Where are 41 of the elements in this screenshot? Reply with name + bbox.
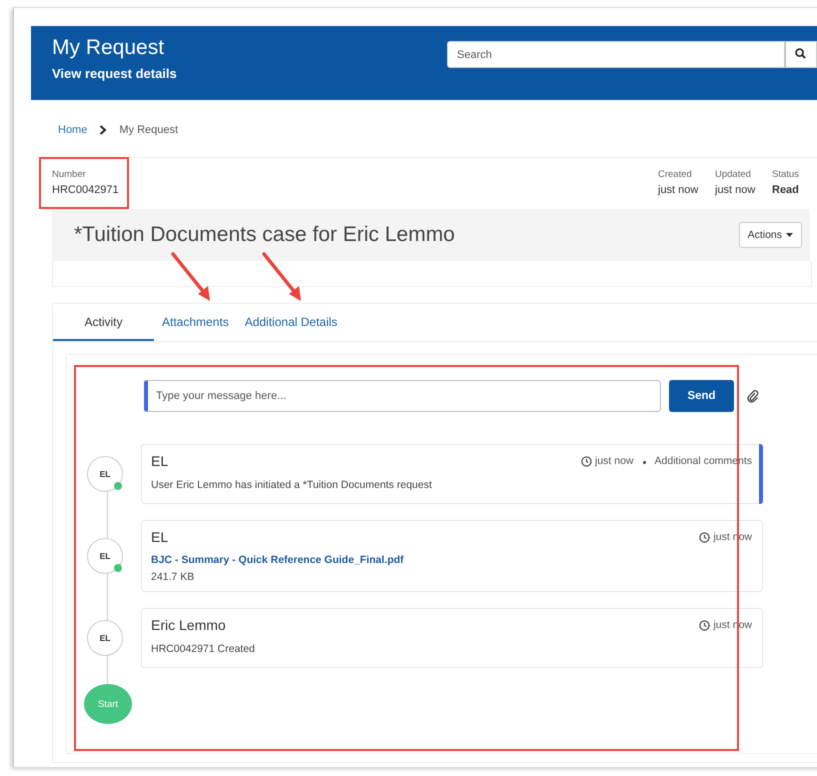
meta-label: Created xyxy=(658,169,693,180)
author-name: Eric Lemmo xyxy=(151,617,226,633)
search-field[interactable]: Search xyxy=(447,41,785,68)
number-label: Number xyxy=(52,169,87,180)
entry-text: HRC0042971 Created xyxy=(151,643,256,655)
chevron-right-icon xyxy=(99,125,108,135)
page-title: My Request xyxy=(52,36,166,60)
avatar-initials: EL xyxy=(100,469,110,479)
actions-button[interactable]: Actions xyxy=(738,222,802,248)
meta-label: Updated xyxy=(715,169,752,180)
author-name: EL xyxy=(151,529,168,545)
search-button[interactable] xyxy=(785,41,817,68)
case-title: *Tuition Documents case for Eric Lemmo xyxy=(74,223,455,247)
avatar-initials: EL xyxy=(100,633,110,643)
separator-dot xyxy=(642,460,646,464)
entry-text: User Eric Lemmo has initiated a *Tuition Documents request xyxy=(151,479,433,491)
paperclip-icon[interactable] xyxy=(747,390,759,402)
start-marker: Start xyxy=(84,684,132,724)
tab[interactable]: Additional Details xyxy=(236,304,346,341)
meta-value: just now xyxy=(715,184,756,196)
breadcrumb-current: My Request xyxy=(119,124,178,136)
attachment-link[interactable]: BJC - Summary - Quick Reference Guide_Final.pdf xyxy=(151,554,752,566)
tab[interactable]: Activity xyxy=(53,304,154,341)
tab[interactable]: Attachments xyxy=(154,304,237,341)
author-name: EL xyxy=(151,453,168,469)
avatar-initials: EL xyxy=(100,551,110,561)
clock-icon xyxy=(699,532,710,542)
breadcrumb-link[interactable]: Home xyxy=(58,124,88,136)
meta-value: Read xyxy=(772,184,800,196)
file-size: 241.7 KB xyxy=(151,571,196,583)
caret-icon xyxy=(786,233,793,237)
send-button[interactable]: Send xyxy=(669,380,734,412)
page-subtitle: View request details xyxy=(52,66,177,81)
search-icon xyxy=(795,48,806,59)
number-value: HRC0042971 xyxy=(52,184,119,196)
timestamp: just now xyxy=(595,455,634,467)
clock-icon xyxy=(699,620,710,630)
clock-icon xyxy=(581,456,592,466)
meta-label: Status xyxy=(772,169,800,180)
meta-value: just now xyxy=(658,184,700,196)
message-field[interactable]: Type your message here... xyxy=(144,380,661,412)
